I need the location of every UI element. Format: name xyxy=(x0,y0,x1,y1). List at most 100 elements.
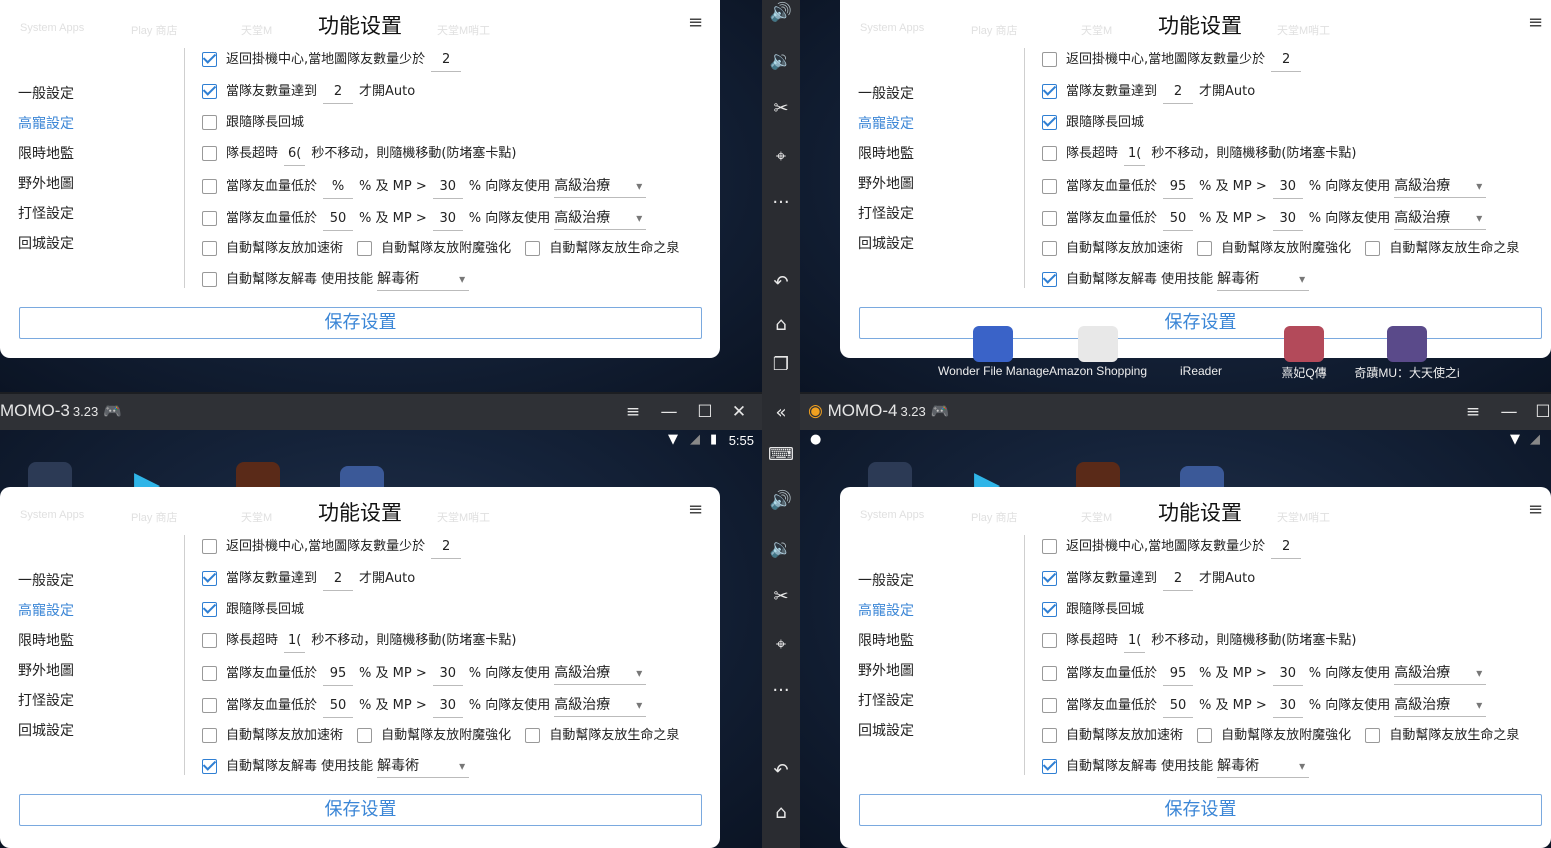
home-icon[interactable]: ⌂ xyxy=(762,314,800,335)
menu-icon[interactable]: ≡ xyxy=(1458,394,1488,430)
skill-select[interactable]: 解毒術 xyxy=(377,268,470,291)
skill-select[interactable]: 解毒術 xyxy=(377,755,470,778)
menu-icon[interactable]: ≡ xyxy=(1528,12,1543,33)
nav-general[interactable]: 一般設定 xyxy=(858,83,914,103)
nav-pet[interactable]: 高寵設定 xyxy=(18,600,74,620)
number-field[interactable]: 2 xyxy=(1271,536,1302,559)
checkbox[interactable] xyxy=(202,272,217,287)
nav-return-town[interactable]: 回城設定 xyxy=(18,720,74,740)
nav-timed-map[interactable]: 限時地監 xyxy=(858,630,914,650)
number-field[interactable]: 2 xyxy=(1163,568,1194,591)
number-field[interactable]: 2 xyxy=(431,49,462,72)
save-button[interactable]: 保存设置 xyxy=(859,794,1542,826)
recents-icon[interactable]: ❐ xyxy=(762,354,800,375)
checkbox[interactable] xyxy=(202,698,217,713)
nav-field-map[interactable]: 野外地圖 xyxy=(18,660,74,680)
number-field[interactable]: 2 xyxy=(1271,49,1302,72)
scissors-icon[interactable]: ✂ xyxy=(762,586,800,607)
skill-select[interactable]: 解毒術 xyxy=(1217,755,1310,778)
save-button[interactable]: 保存设置 xyxy=(19,794,702,826)
checkbox[interactable] xyxy=(1042,84,1057,99)
checkbox[interactable] xyxy=(1197,241,1213,256)
checkbox[interactable] xyxy=(1042,633,1057,648)
dock-item[interactable]: Wonder File Manage xyxy=(938,326,1049,378)
back-icon[interactable]: ↶ xyxy=(762,272,800,293)
nav-general[interactable]: 一般設定 xyxy=(858,570,914,590)
checkbox[interactable] xyxy=(1042,115,1057,130)
checkbox[interactable] xyxy=(1042,146,1057,161)
checkbox[interactable] xyxy=(202,571,217,586)
checkbox[interactable] xyxy=(1042,666,1057,681)
dock-item[interactable]: 熹妃Q傳 xyxy=(1249,326,1359,381)
checkbox[interactable] xyxy=(357,728,373,743)
number-field[interactable]: % xyxy=(323,176,354,199)
nav-combat[interactable]: 打怪設定 xyxy=(18,203,74,223)
nav-general[interactable]: 一般設定 xyxy=(18,83,74,103)
skill-select[interactable]: 高級治療 xyxy=(1394,207,1487,230)
checkbox[interactable] xyxy=(202,759,217,774)
number-field[interactable]: 2 xyxy=(323,81,354,104)
back-icon[interactable]: ↶ xyxy=(762,760,800,781)
checkbox[interactable] xyxy=(202,146,217,161)
checkbox[interactable] xyxy=(1042,728,1057,743)
number-field[interactable]: 1( xyxy=(1124,143,1146,166)
save-button[interactable]: 保存设置 xyxy=(19,307,702,339)
number-field[interactable]: 95 xyxy=(323,663,354,686)
nav-timed-map[interactable]: 限時地監 xyxy=(858,143,914,163)
number-field[interactable]: 2 xyxy=(1163,81,1194,104)
nav-field-map[interactable]: 野外地圖 xyxy=(858,173,914,193)
location-icon[interactable]: ⌖ xyxy=(762,634,800,655)
checkbox[interactable] xyxy=(1042,272,1057,287)
home-icon[interactable]: ⌂ xyxy=(762,802,800,823)
number-field[interactable]: 30 xyxy=(1272,695,1303,718)
checkbox[interactable] xyxy=(1042,179,1057,194)
volume-down-icon[interactable]: 🔉 xyxy=(762,50,800,71)
nav-timed-map[interactable]: 限時地監 xyxy=(18,143,74,163)
menu-icon[interactable]: ≡ xyxy=(688,12,703,33)
location-icon[interactable]: ⌖ xyxy=(762,146,800,167)
checkbox[interactable] xyxy=(202,179,217,194)
checkbox[interactable] xyxy=(1042,211,1057,226)
number-field[interactable]: 30 xyxy=(432,695,463,718)
menu-icon[interactable]: ≡ xyxy=(1528,499,1543,520)
checkbox[interactable] xyxy=(202,539,217,554)
number-field[interactable]: 30 xyxy=(1272,176,1303,199)
nav-pet[interactable]: 高寵設定 xyxy=(18,113,74,133)
number-field[interactable]: 1( xyxy=(1124,630,1146,653)
nav-general[interactable]: 一般設定 xyxy=(18,570,74,590)
checkbox[interactable] xyxy=(1365,241,1381,256)
number-field[interactable]: 30 xyxy=(432,208,463,231)
volume-up-icon[interactable]: 🔊 xyxy=(762,490,800,511)
nav-return-town[interactable]: 回城設定 xyxy=(858,233,914,253)
more-icon[interactable]: ··· xyxy=(762,680,800,701)
number-field[interactable]: 30 xyxy=(1272,208,1303,231)
checkbox[interactable] xyxy=(1042,698,1057,713)
close-icon[interactable]: ✕ xyxy=(724,394,754,430)
checkbox[interactable] xyxy=(1042,571,1057,586)
nav-pet[interactable]: 高寵設定 xyxy=(858,600,914,620)
checkbox[interactable] xyxy=(1042,602,1057,617)
checkbox[interactable] xyxy=(525,728,541,743)
keyboard-icon[interactable]: ⌨ xyxy=(762,444,800,465)
checkbox[interactable] xyxy=(525,241,541,256)
more-icon[interactable]: ··· xyxy=(762,192,800,213)
number-field[interactable]: 30 xyxy=(432,663,463,686)
skill-select[interactable]: 高級治療 xyxy=(554,662,647,685)
skill-select[interactable]: 高級治療 xyxy=(1394,662,1487,685)
number-field[interactable]: 50 xyxy=(1163,208,1194,231)
number-field[interactable]: 1( xyxy=(284,630,306,653)
nav-combat[interactable]: 打怪設定 xyxy=(858,203,914,223)
checkbox[interactable] xyxy=(357,241,373,256)
volume-up-icon[interactable]: 🔊 xyxy=(762,2,800,23)
checkbox[interactable] xyxy=(1042,539,1057,554)
number-field[interactable]: 50 xyxy=(323,208,354,231)
skill-select[interactable]: 高級治療 xyxy=(1394,694,1487,717)
minimize-icon[interactable]: — xyxy=(1494,394,1524,430)
nav-field-map[interactable]: 野外地圖 xyxy=(18,173,74,193)
number-field[interactable]: 6( xyxy=(284,143,306,166)
skill-select[interactable]: 解毒術 xyxy=(1217,268,1310,291)
number-field[interactable]: 50 xyxy=(1163,695,1194,718)
skill-select[interactable]: 高級治療 xyxy=(554,694,647,717)
checkbox[interactable] xyxy=(1365,728,1381,743)
nav-return-town[interactable]: 回城設定 xyxy=(858,720,914,740)
